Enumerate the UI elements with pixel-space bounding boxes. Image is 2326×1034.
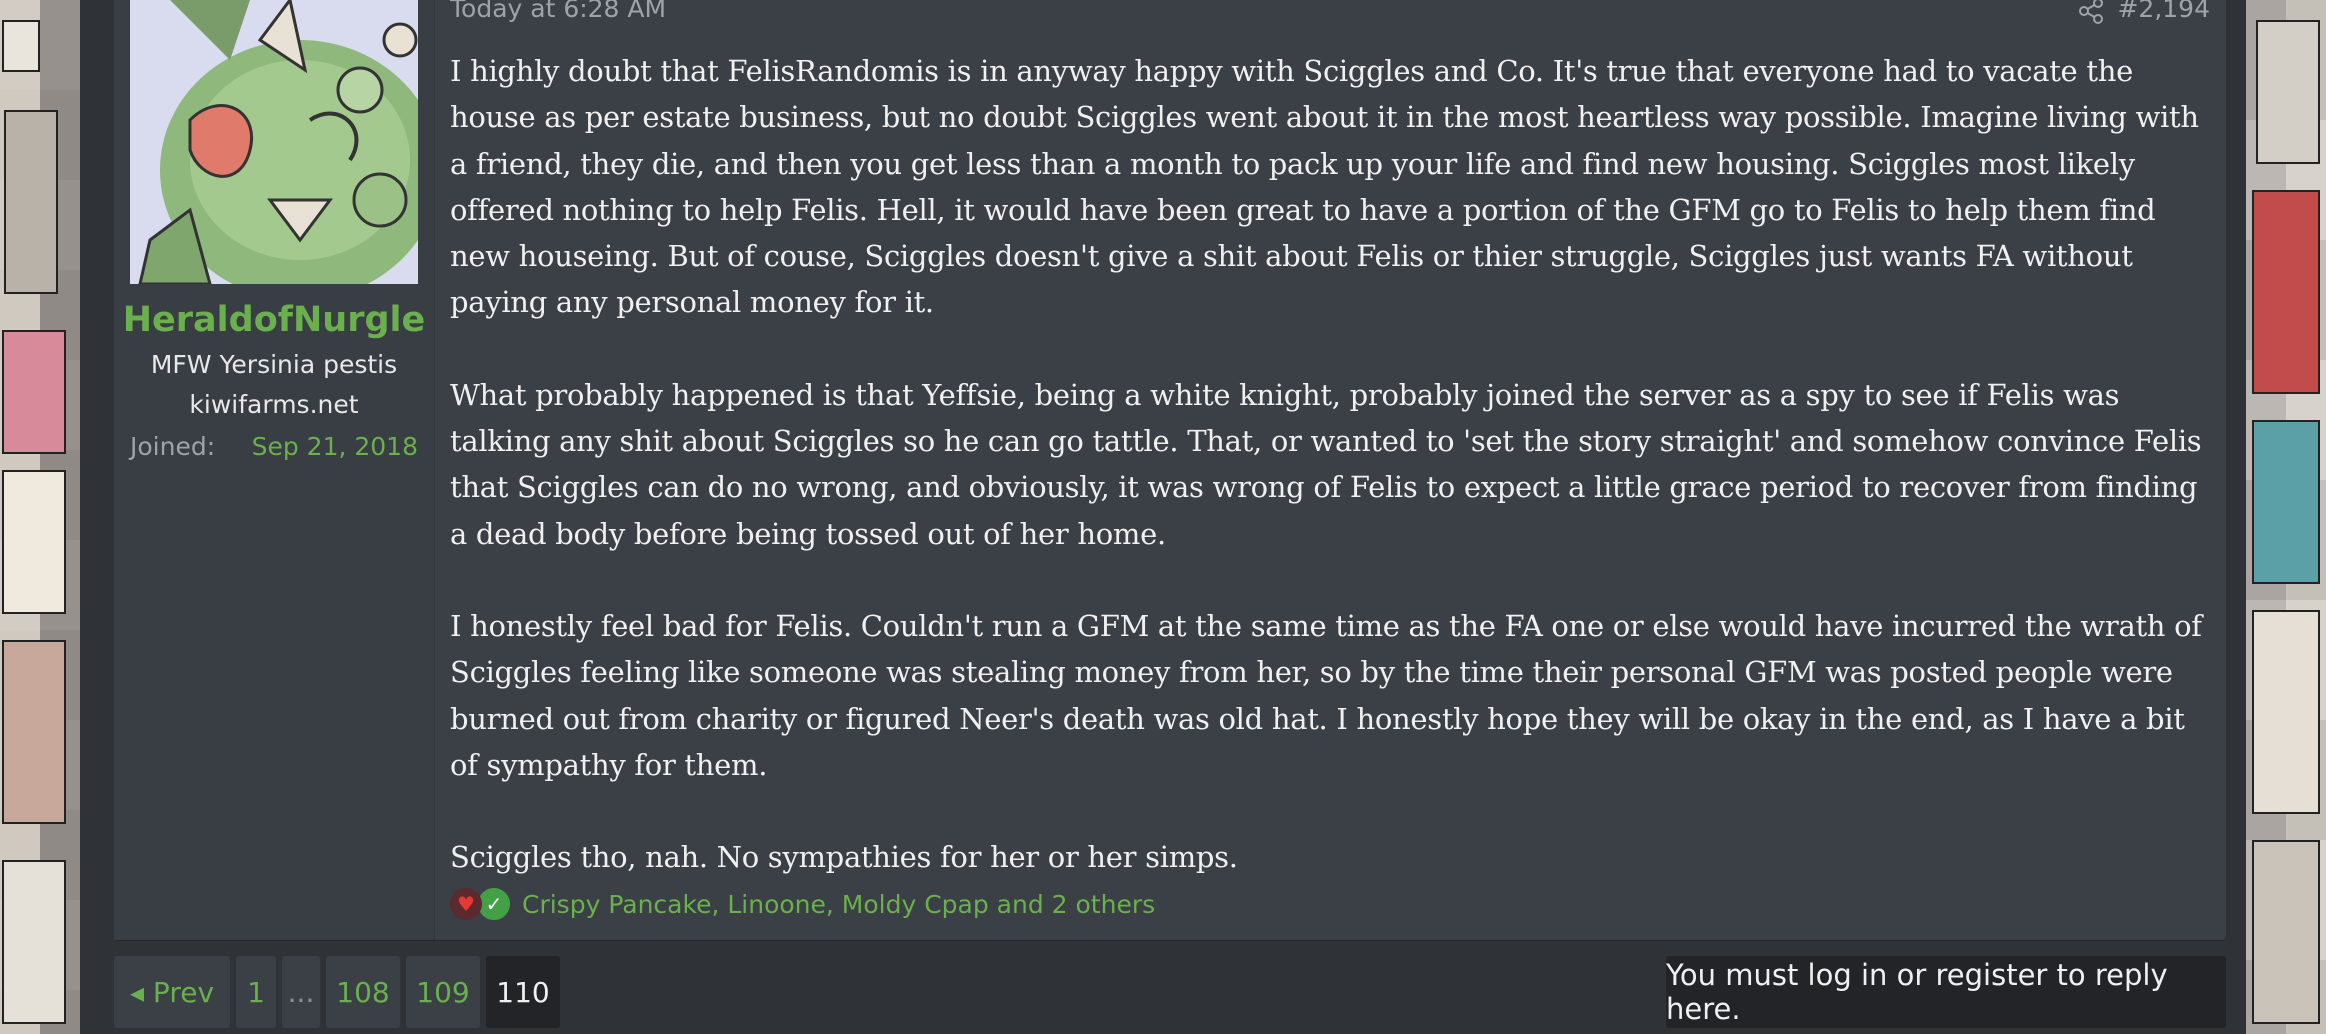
reactions-list-link[interactable]: Crispy Pancake, Linoone, Moldy Cpap and … [522, 890, 1155, 919]
forum-post: HeraldofNurgle MFW Yersinia pestis kiwif… [114, 0, 2226, 940]
user-domain: kiwifarms.net [189, 390, 359, 419]
heart-icon: ♥ [450, 888, 482, 920]
comic-panel [4, 110, 58, 294]
post-number-link[interactable]: #2,194 [2117, 0, 2210, 23]
page-link-1[interactable]: 1 [236, 956, 276, 1028]
page-link-108[interactable]: 108 [326, 956, 400, 1028]
post-paragraph: What probably happened is that Yeffsie, … [450, 377, 2202, 551]
current-page: 110 [486, 956, 560, 1028]
comic-panel [2252, 840, 2320, 1024]
comic-panel [2, 20, 40, 72]
comic-panel [2, 860, 66, 1024]
comic-panel [2256, 20, 2320, 164]
thread-container: HeraldofNurgle MFW Yersinia pestis kiwif… [80, 0, 2246, 1034]
post-user-cell: HeraldofNurgle MFW Yersinia pestis kiwif… [114, 0, 435, 940]
post-paragraph: I highly doubt that FelisRandomis is in … [450, 54, 2199, 320]
post-timestamp[interactable]: Today at 6:28 AM [450, 0, 666, 23]
background-collage-left [0, 0, 80, 1034]
comic-panel [2, 640, 66, 824]
comic-panel [2252, 420, 2320, 584]
joined-label: Joined: [130, 432, 216, 461]
comic-panel [2, 470, 66, 614]
comic-panel [2, 330, 66, 454]
user-avatar[interactable] [130, 0, 418, 284]
post-paragraph: Sciggles tho, nah. No sympathies for her… [450, 840, 1238, 875]
post-main: Today at 6:28 AM #2,194 I highly doubt t… [450, 0, 2210, 940]
share-icon[interactable] [2076, 0, 2106, 26]
comic-panel [2252, 610, 2320, 814]
post-body: I highly doubt that FelisRandomis is in … [450, 48, 2210, 880]
page-jump-ellipsis[interactable]: ... [282, 956, 320, 1028]
login-to-reply-button[interactable]: You must log in or register to reply her… [1666, 956, 2226, 1028]
joined-date: Sep 21, 2018 [251, 432, 418, 461]
user-title: MFW Yersinia pestis [150, 350, 398, 379]
comic-panel [2252, 190, 2320, 394]
prev-page-button[interactable]: ◂ Prev [114, 956, 230, 1028]
avatar-illustration [130, 0, 418, 284]
username-link[interactable]: HeraldofNurgle [114, 300, 434, 340]
reactions-bar[interactable]: ♥ ✓ Crispy Pancake, Linoone, Moldy Cpap … [450, 886, 1155, 922]
post-paragraph: I honestly feel bad for Felis. Couldn't … [450, 608, 2202, 782]
page-link-109[interactable]: 109 [406, 956, 480, 1028]
background-collage-right [2246, 0, 2326, 1034]
pagination: ◂ Prev 1 ... 108 109 110 [114, 956, 566, 1028]
